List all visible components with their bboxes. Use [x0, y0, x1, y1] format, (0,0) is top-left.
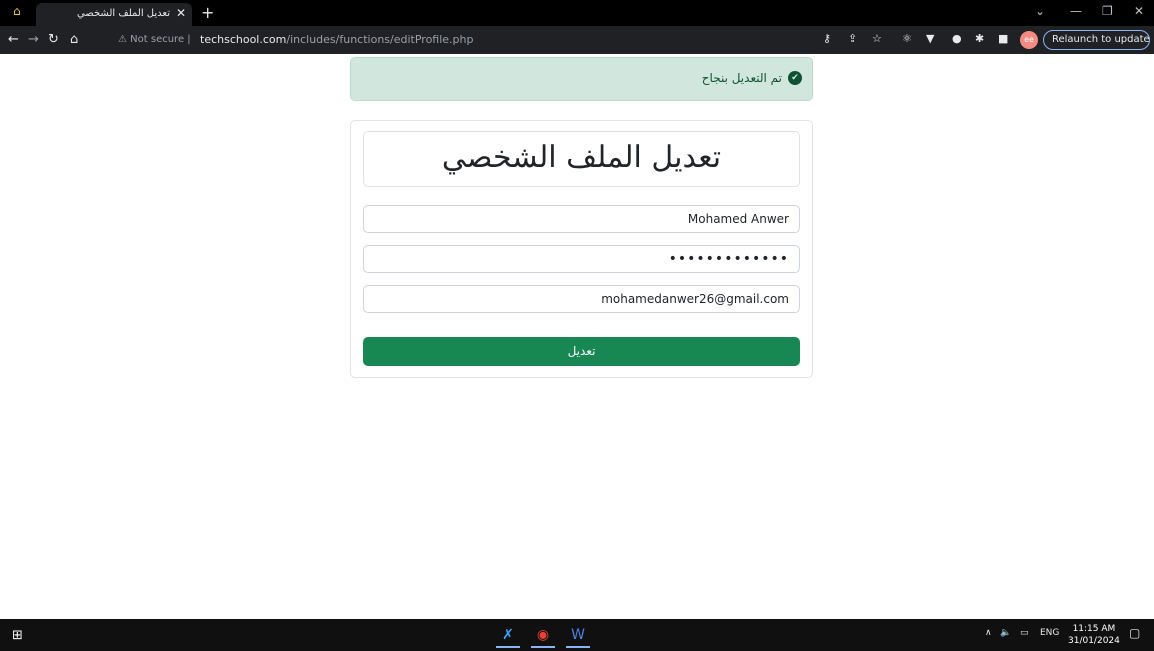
- email-field[interactable]: [363, 285, 800, 313]
- extensions-puzzle-icon[interactable]: ✱: [975, 32, 984, 45]
- close-icon[interactable]: ✕: [176, 6, 186, 20]
- language-indicator[interactable]: ENG: [1040, 628, 1059, 638]
- address-bar[interactable]: ⚠ Not secure | techschool.com/includes/f…: [110, 30, 1035, 51]
- tab-edit-profile[interactable]: تعديل الملف الشخصي ✕: [36, 3, 192, 26]
- key-icon[interactable]: ⚷: [823, 32, 831, 45]
- back-icon[interactable]: ←: [8, 32, 19, 47]
- home-icon[interactable]: ⌂: [70, 32, 78, 47]
- share-icon[interactable]: ⇪: [848, 32, 857, 45]
- submit-button[interactable]: تعديل: [363, 337, 800, 366]
- forward-icon[interactable]: →: [28, 32, 39, 47]
- reload-icon[interactable]: ↻: [48, 32, 59, 47]
- alert-message: تم التعديل بنجاح: [701, 71, 782, 85]
- security-label: Not secure: [130, 34, 185, 45]
- page-title-box: تعديل الملف الشخصي: [363, 131, 800, 187]
- url-path: /includes/functions/editProfile.php: [286, 33, 474, 46]
- word-icon[interactable]: W: [562, 622, 594, 648]
- home-tab-icon[interactable]: ⌂: [13, 4, 21, 18]
- new-tab-button[interactable]: +: [201, 3, 214, 22]
- page-title: تعديل الملف الشخصي: [441, 140, 722, 175]
- vscode-icon[interactable]: ✗: [492, 622, 524, 648]
- success-alert: ✔ تم التعديل بنجاح: [350, 57, 813, 101]
- clock-time: 11:15 AM: [1072, 624, 1116, 634]
- notifications-icon[interactable]: ▢: [1129, 626, 1140, 640]
- browser-toolbar: ← → ↻ ⌂ ⚠ Not secure | techschool.com/in…: [0, 26, 1154, 54]
- chevron-up-icon[interactable]: ∧: [985, 628, 992, 638]
- relaunch-button[interactable]: Relaunch to update ⋮: [1043, 30, 1154, 50]
- url-host: techschool.com: [200, 33, 287, 46]
- warning-icon[interactable]: ⚠ Not secure |: [118, 34, 191, 45]
- star-icon[interactable]: ☆: [872, 32, 882, 45]
- check-circle-icon: ✔: [788, 71, 802, 85]
- volume-icon[interactable]: 🔈: [1000, 628, 1011, 638]
- extension-icon[interactable]: ●: [952, 32, 962, 45]
- windows-start-icon[interactable]: ⊞: [12, 628, 23, 643]
- minimize-icon[interactable]: —: [1070, 4, 1082, 18]
- tab-title: تعديل الملف الشخصي: [76, 8, 170, 19]
- relaunch-label: Relaunch to update: [1052, 34, 1150, 45]
- clock[interactable]: 11:15 AM 31/01/2024: [1068, 623, 1120, 647]
- restore-icon[interactable]: ❐: [1102, 4, 1113, 18]
- chrome-icon[interactable]: ◉: [527, 622, 559, 648]
- sidepanel-icon[interactable]: ■: [998, 32, 1008, 45]
- react-devtools-icon[interactable]: ⚛: [902, 32, 912, 45]
- chevron-down-icon[interactable]: ⌄: [1035, 4, 1045, 18]
- vue-devtools-icon[interactable]: ▼: [926, 32, 934, 45]
- username-field[interactable]: [363, 205, 800, 233]
- edit-profile-card: تعديل الملف الشخصي تعديل: [350, 120, 813, 378]
- clock-date: 31/01/2024: [1068, 636, 1120, 646]
- browser-tab-strip: ⌂ تعديل الملف الشخصي ✕ + ⌄ — ❐ ✕: [0, 0, 1154, 26]
- password-field[interactable]: [363, 245, 800, 273]
- close-window-icon[interactable]: ✕: [1134, 4, 1144, 18]
- url-text: techschool.com/includes/functions/editPr…: [200, 33, 473, 46]
- windows-taskbar: ⊞ ✗ ◉ W ∧ 🔈 ▭ ENG 11:15 AM 31/01/2024 ▢: [0, 619, 1154, 651]
- profile-avatar[interactable]: ee: [1020, 31, 1038, 49]
- network-icon[interactable]: ▭: [1020, 628, 1029, 638]
